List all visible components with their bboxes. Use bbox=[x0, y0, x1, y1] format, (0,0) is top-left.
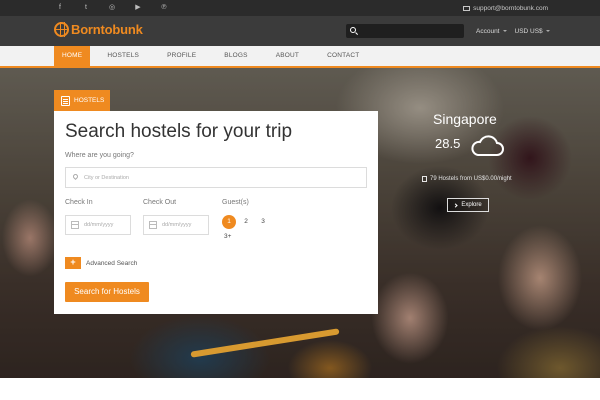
calendar-icon bbox=[149, 221, 157, 229]
destination-city: Singapore bbox=[433, 111, 497, 127]
pinterest-icon[interactable]: ℗ bbox=[154, 0, 174, 16]
search-panel: Search hostels for your trip Where are y… bbox=[54, 111, 378, 314]
nav-item-blogs[interactable]: BLOGS bbox=[213, 46, 258, 66]
hostel-count-text: 79 Hostels from US$0.00/night bbox=[430, 176, 512, 182]
support-email[interactable]: support@borntobunk.com bbox=[473, 5, 548, 12]
facebook-icon[interactable]: f bbox=[50, 0, 70, 16]
temperature: 28.5 bbox=[435, 136, 461, 151]
nav-item-home[interactable]: HOME bbox=[54, 46, 91, 66]
nav-item-hostels[interactable]: HOSTELS bbox=[96, 46, 150, 66]
tab-hostels-label: HOSTELS bbox=[74, 97, 105, 104]
checkout-input[interactable] bbox=[162, 219, 206, 231]
account-controls: Account USD US$ bbox=[476, 16, 558, 46]
explore-label: Explore bbox=[461, 202, 482, 208]
guest-option-2[interactable]: 2 bbox=[239, 215, 253, 229]
nav-menu: HOME HOSTELS PROFILE BLOGS ABOUT CONTACT bbox=[54, 46, 376, 66]
guest-option-3[interactable]: 3 bbox=[256, 215, 270, 229]
chevron-down-icon bbox=[545, 30, 550, 32]
checkout-label: Check Out bbox=[143, 199, 177, 206]
calendar-icon bbox=[71, 221, 79, 229]
advanced-search-label[interactable]: Advanced Search bbox=[86, 260, 137, 267]
where-label: Where are you going? bbox=[65, 152, 134, 159]
guest-option-1[interactable]: 1 bbox=[222, 215, 236, 229]
logo[interactable]: Borntobunk bbox=[54, 22, 143, 37]
search-icon[interactable] bbox=[350, 27, 356, 33]
currency-dropdown[interactable]: USD US$ bbox=[515, 28, 550, 35]
envelope-icon bbox=[463, 5, 471, 11]
search-hostels-button[interactable]: Search for Hostels bbox=[65, 282, 149, 302]
guests-label: Guest(s) bbox=[222, 199, 249, 206]
checkin-input[interactable] bbox=[84, 219, 128, 231]
cloud-icon bbox=[471, 135, 504, 156]
nav-item-contact[interactable]: CONTACT bbox=[316, 46, 370, 66]
chevron-down-icon bbox=[502, 30, 507, 32]
guest-option-3-plus[interactable]: 3+ bbox=[224, 233, 231, 240]
top-bar: f t ◎ ▶ ℗ support@borntobunk.com bbox=[0, 0, 600, 16]
tab-hostels[interactable]: HOSTELS bbox=[54, 90, 110, 111]
nav-item-about[interactable]: ABOUT bbox=[265, 46, 310, 66]
main-nav: HOME HOSTELS PROFILE BLOGS ABOUT CONTACT bbox=[0, 46, 600, 68]
globe-icon bbox=[54, 22, 69, 37]
chevron-right-icon bbox=[453, 202, 458, 208]
support-email-link[interactable]: support@borntobunk.com bbox=[463, 0, 548, 16]
building-icon bbox=[61, 95, 70, 106]
hostel-count-info: 79 Hostels from US$0.00/night bbox=[422, 176, 512, 182]
social-links: f t ◎ ▶ ℗ bbox=[50, 0, 180, 16]
advanced-search-toggle[interactable]: + Advanced Search bbox=[65, 257, 137, 269]
destination-field[interactable] bbox=[65, 167, 367, 188]
explore-button[interactable]: Explore bbox=[447, 198, 489, 212]
search-title: Search hostels for your trip bbox=[65, 121, 293, 142]
instagram-icon[interactable]: ◎ bbox=[102, 0, 122, 16]
brand-name: Borntobunk bbox=[71, 22, 143, 37]
youtube-icon[interactable]: ▶ bbox=[128, 0, 148, 16]
twitter-icon[interactable]: t bbox=[76, 0, 96, 16]
nav-item-profile[interactable]: PROFILE bbox=[156, 46, 207, 66]
plus-icon[interactable]: + bbox=[65, 257, 81, 269]
checkin-field[interactable] bbox=[65, 215, 131, 235]
header-search-input[interactable] bbox=[346, 24, 464, 38]
map-pin-icon bbox=[71, 172, 80, 181]
account-label: Account bbox=[476, 27, 500, 35]
currency-label: USD US$ bbox=[514, 27, 543, 35]
checkout-field[interactable] bbox=[143, 215, 209, 235]
account-dropdown[interactable]: Account bbox=[476, 28, 507, 35]
checkin-label: Check In bbox=[65, 199, 93, 206]
guest-selector: 1 2 3 bbox=[222, 215, 273, 229]
building-icon bbox=[422, 176, 427, 182]
destination-input[interactable] bbox=[84, 170, 354, 185]
